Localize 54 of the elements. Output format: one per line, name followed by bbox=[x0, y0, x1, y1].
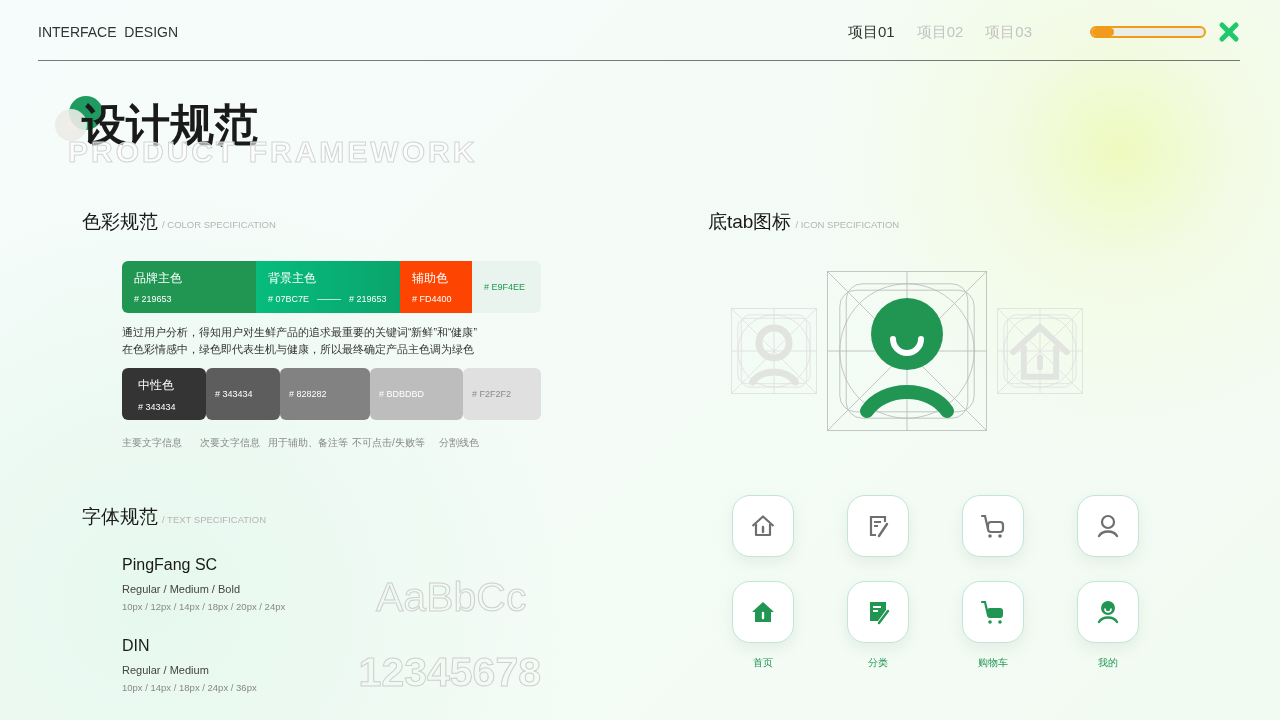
tab-icon-button[interactable] bbox=[1077, 495, 1139, 557]
color-code: # 219653 bbox=[134, 294, 172, 304]
cart-icon bbox=[980, 513, 1006, 539]
section-subtitle: / ICON SPECIFICATION bbox=[795, 219, 900, 230]
user-icon bbox=[1095, 513, 1121, 539]
usage-caption: 次要文字信息 bbox=[200, 437, 260, 448]
font-sizes: 10px / 14px / 18px / 24px / 36px bbox=[122, 682, 258, 693]
font-weights: Regular / Medium bbox=[122, 664, 210, 676]
home-icon bbox=[750, 513, 776, 539]
section-subtitle: / TEXT SPECIFICATION bbox=[162, 514, 266, 525]
user-icon bbox=[1095, 599, 1121, 625]
swatch-label: 背景主色 bbox=[268, 270, 317, 287]
tab-icon-button[interactable] bbox=[847, 581, 909, 643]
swatch-label: 品牌主色 bbox=[134, 270, 183, 287]
project-tab[interactable]: 项目01 bbox=[847, 22, 895, 42]
section-title: 字体规范 bbox=[82, 505, 158, 529]
font-weights: Regular / Medium / Bold bbox=[122, 583, 241, 595]
color-code: # 07BC7E bbox=[268, 294, 310, 304]
color-code: # FD4400 bbox=[412, 294, 452, 304]
home-icon bbox=[750, 599, 776, 625]
tab-icon-button[interactable] bbox=[732, 495, 794, 557]
color-code: # F2F2F2 bbox=[472, 389, 512, 399]
cart-icon bbox=[980, 599, 1006, 625]
tab-icon-button[interactable] bbox=[732, 581, 794, 643]
swatch-label: 中性色 bbox=[138, 376, 175, 394]
tab-icon-button[interactable] bbox=[847, 495, 909, 557]
section-subtitle: / COLOR SPECIFICATION bbox=[162, 219, 276, 230]
color-code: # 828282 bbox=[289, 389, 328, 399]
color-code: # BDBDBD bbox=[379, 389, 425, 399]
tab-icon-button[interactable] bbox=[962, 495, 1024, 557]
color-code: # E9F4EE bbox=[484, 282, 526, 292]
description-text: 通过用户分析，得知用户对生鲜产品的追求最重要的关键词“新鲜”和“健康” bbox=[122, 325, 478, 340]
brand-title: INTERFACE DESIGN bbox=[38, 24, 180, 40]
section-title: 底tab图标 bbox=[708, 210, 792, 234]
tab-icon-button[interactable] bbox=[1077, 581, 1139, 643]
tab-label: 购物车 bbox=[978, 656, 1008, 670]
font-sizes: 10px / 12px / 14px / 18px / 20px / 24px bbox=[122, 601, 287, 612]
section-title: 色彩规范 bbox=[82, 210, 158, 234]
color-code: # 219653 bbox=[349, 294, 387, 304]
tab-icon-button[interactable] bbox=[962, 581, 1024, 643]
tab-label: 我的 bbox=[1098, 656, 1118, 670]
font-name: DIN bbox=[122, 637, 151, 655]
usage-caption: 用于辅助、备注等 bbox=[268, 437, 348, 448]
usage-caption: 分割线色 bbox=[439, 437, 479, 448]
swatch-label: 辅助色 bbox=[412, 270, 449, 287]
color-code: # 343434 bbox=[215, 389, 254, 399]
description-text: 在色彩情感中，绿色即代表生机与健康，所以最终确定产品主色调为绿色 bbox=[122, 342, 475, 357]
tab-label: 分类 bbox=[868, 656, 888, 670]
font-name: PingFang SC bbox=[122, 556, 219, 574]
color-code: # 343434 bbox=[138, 401, 177, 412]
tab-label: 首页 bbox=[753, 656, 773, 670]
usage-caption: 不可点击/失败等 bbox=[352, 437, 425, 448]
close-icon[interactable] bbox=[1218, 21, 1240, 43]
usage-caption: 主要文字信息 bbox=[122, 437, 182, 448]
